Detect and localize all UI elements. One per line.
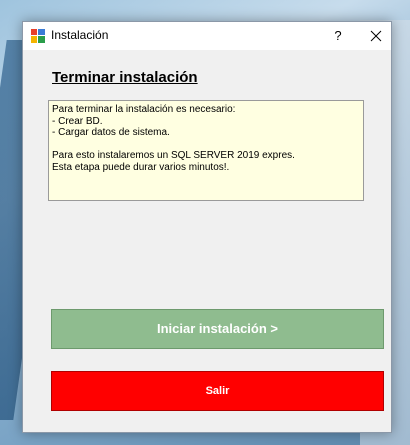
title-bar[interactable]: Instalación ? [23, 22, 391, 50]
close-button[interactable] [361, 22, 391, 50]
exit-button[interactable]: Salir [51, 371, 384, 411]
installer-dialog: Instalación ? Terminar instalación Para … [22, 21, 392, 433]
app-icon [31, 29, 45, 43]
page-title: Terminar instalación [52, 69, 198, 86]
start-install-button[interactable]: Iniciar instalación > [51, 309, 384, 349]
info-line: Esta etapa puede durar varios minutos!. [52, 161, 230, 173]
info-line [52, 139, 360, 151]
close-icon [370, 30, 382, 42]
info-line: - Crear BD. [52, 115, 103, 127]
window-title: Instalación [51, 28, 109, 42]
help-button[interactable]: ? [323, 22, 353, 50]
info-textbox: Para terminar la instalación es necesari… [48, 100, 364, 201]
info-line: Para esto instalaremos un SQL SERVER 201… [52, 150, 295, 161]
info-line: Para terminar la instalación es necesari… [52, 104, 236, 115]
info-line: - Cargar datos de sistema. [52, 127, 170, 138]
